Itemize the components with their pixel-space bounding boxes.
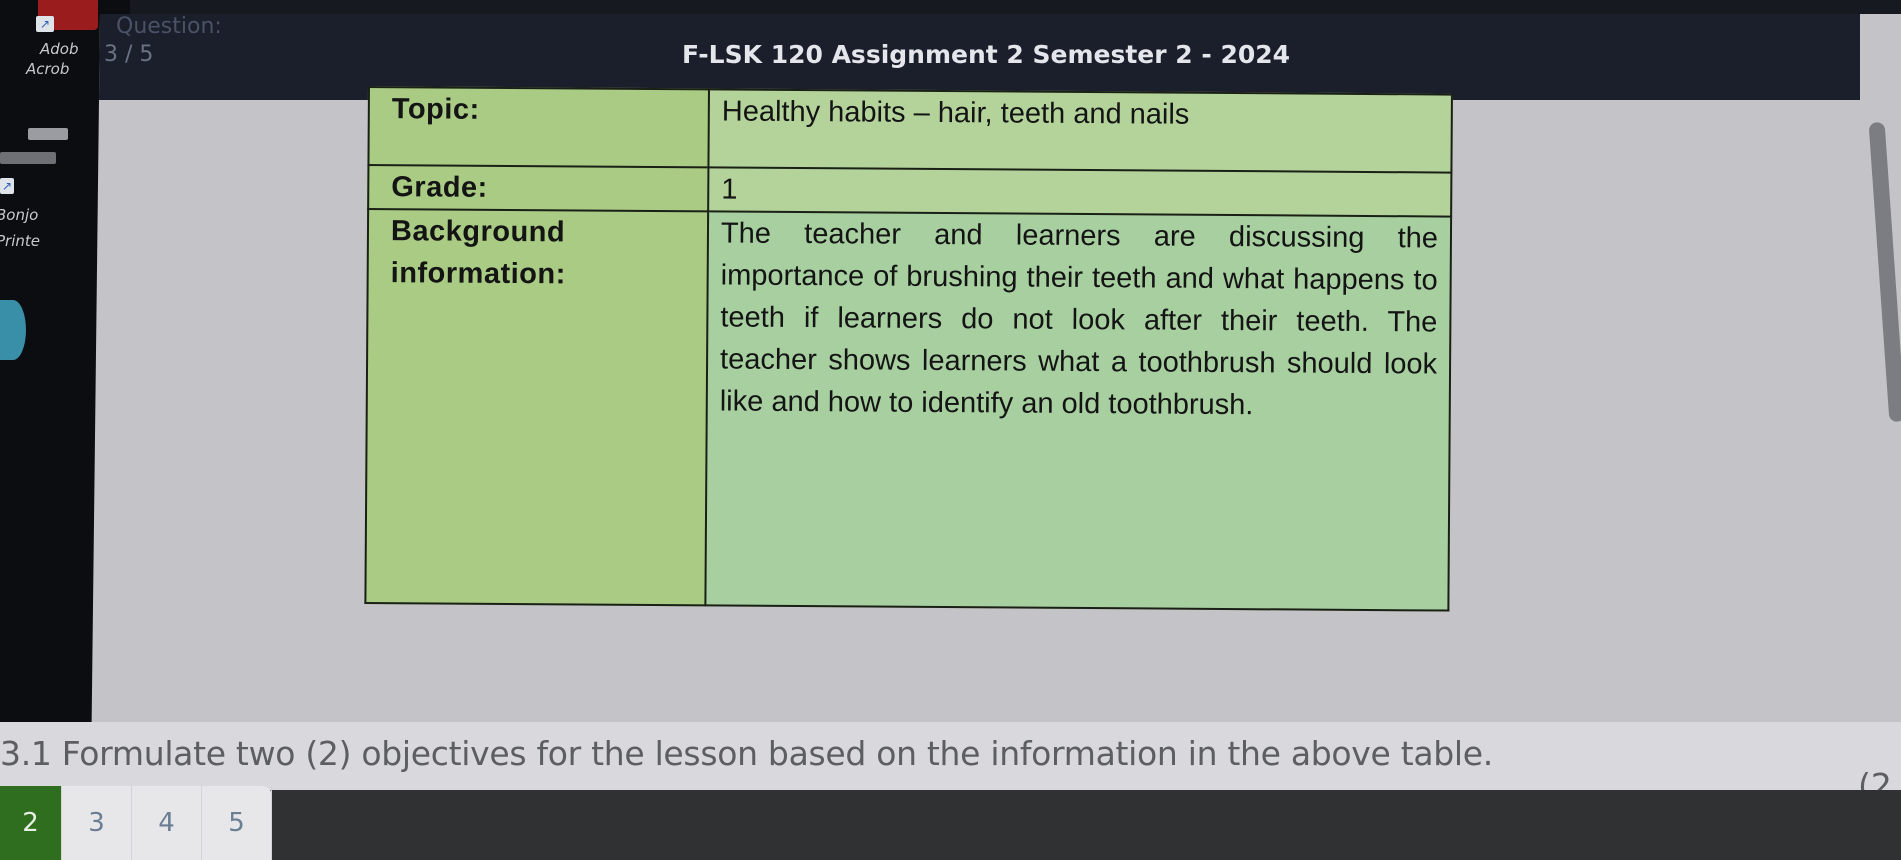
- scrollbar-thumb[interactable]: [1868, 121, 1901, 423]
- page-button-2[interactable]: 2: [0, 786, 62, 860]
- table-value: The teacher and learners are discussing …: [705, 211, 1452, 611]
- page-button-4[interactable]: 4: [132, 786, 202, 860]
- shortcut-arrow-icon: ↗: [36, 16, 54, 32]
- table-value: Healthy habits – hair, teeth and nails: [708, 89, 1452, 173]
- title-bar: Question: 3 / 5 F-LSK 120 Assignment 2 S…: [90, 14, 1860, 100]
- table-label: Grade:: [368, 165, 709, 212]
- page-button-5[interactable]: 5: [202, 786, 272, 860]
- desktop-icon[interactable]: [0, 152, 56, 164]
- table-label: Topic:: [368, 87, 709, 168]
- bottom-bar: [0, 790, 1901, 860]
- table-row: Background information: The teacher and …: [365, 209, 1452, 611]
- question-label: Question:: [116, 14, 222, 39]
- lesson-info-table: Topic: Healthy habits – hair, teeth and …: [364, 86, 1453, 612]
- desktop-icon-label[interactable]: Printe: [0, 232, 40, 250]
- table-label: Background information:: [365, 209, 709, 606]
- desktop-icon-label[interactable]: Adob: [40, 40, 78, 58]
- table-row: Grade: 1: [368, 165, 1452, 217]
- document-title: F-LSK 120 Assignment 2 Semester 2 - 2024: [682, 40, 1291, 69]
- question-page-nav: 2 3 4 5: [0, 786, 272, 860]
- table-value: 1: [708, 167, 1452, 217]
- question-counter: 3 / 5: [104, 42, 154, 67]
- desktop-icon-label[interactable]: Bonjo: [0, 206, 38, 224]
- page-button-3[interactable]: 3: [62, 786, 132, 860]
- desktop-app-icon[interactable]: [0, 300, 26, 360]
- desktop-icon-label[interactable]: Acrob: [26, 60, 69, 78]
- shortcut-arrow-icon: ↗: [0, 178, 14, 194]
- table-row: Topic: Healthy habits – hair, teeth and …: [368, 87, 1452, 173]
- desktop-icon[interactable]: [28, 128, 68, 140]
- question-text: 3.1 Formulate two (2) objectives for the…: [0, 734, 1493, 773]
